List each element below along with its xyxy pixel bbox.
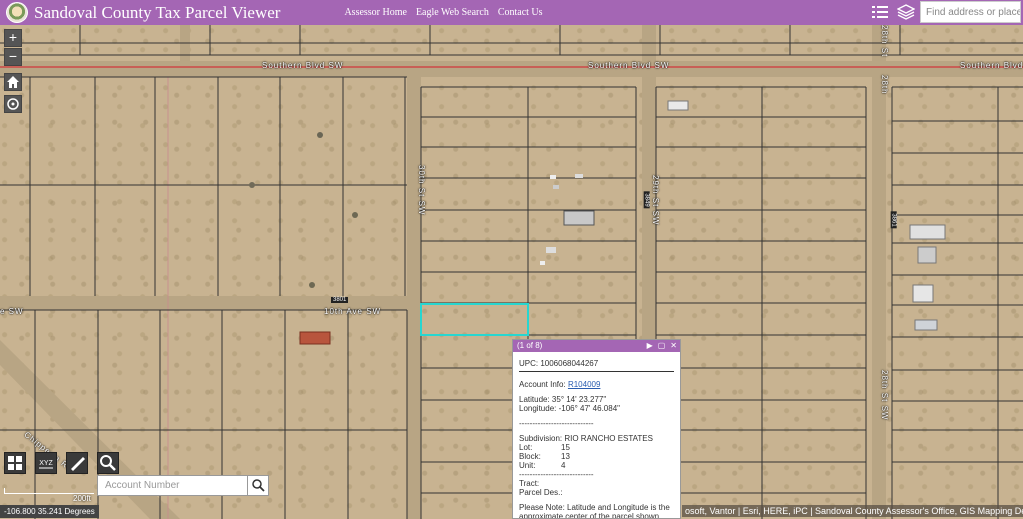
street-label-southern-2: Southern Blvd SW (588, 61, 670, 70)
block-row: Block: 13 (519, 452, 570, 461)
locate-icon (7, 98, 19, 110)
parcel-des-text: Parcel Des.: (519, 488, 563, 497)
street-label-southern-3: Southern Blvd SW (960, 61, 1023, 70)
basemap-gallery-button[interactable] (4, 452, 26, 474)
latitude-text: Latitude: 35° 14' 23.277" (519, 395, 607, 404)
nav-contact-us[interactable]: Contact Us (498, 7, 543, 18)
xyz-icon: XYZ (39, 460, 54, 469)
coordinate-readout: -106.800 35.241 Degrees (0, 505, 99, 518)
search-icon (252, 479, 265, 492)
account-search-button[interactable] (247, 475, 269, 496)
popup-body: UPC: 1006068044267 Account Info: R104009… (513, 352, 680, 519)
nav-assessor-home[interactable]: Assessor Home (344, 7, 407, 18)
street-label-28th-st-bottom: 28th St SW (880, 370, 889, 421)
map-attribution: osoft, Vantor | Esri, HERE, iPC | Sandov… (682, 505, 1023, 517)
street-label-28th-st-top: 28th St (880, 25, 889, 58)
popup-counter: (1 of 8) (517, 341, 543, 350)
popup-header: (1 of 8) ▶ ▢ ✕ (513, 340, 680, 352)
separator: ---------------------------- (519, 470, 594, 479)
measure-button[interactable] (66, 452, 88, 474)
upc-text: UPC: 1006068044267 (519, 359, 599, 368)
app-title: Sandoval County Tax Parcel Viewer (34, 2, 281, 22)
search-tool-button[interactable] (97, 452, 119, 474)
scale-label: 200ft (73, 494, 91, 503)
ruler-icon (71, 457, 85, 471)
separator: ---------------------------- (519, 419, 594, 428)
longitude-text: Longitude: -106° 47' 46.084" (519, 404, 620, 413)
account-info: Account Info: R104009 (519, 380, 601, 389)
next-feature-icon[interactable]: ▶ (647, 341, 653, 350)
unit-row: Unit: 4 (519, 461, 566, 470)
svg-text:XYZ: XYZ (39, 460, 53, 467)
street-label-ave-left: e SW (0, 307, 24, 316)
home-button[interactable] (4, 73, 22, 91)
search-icon (100, 455, 116, 471)
street-label-30th-st: 30th St SW (417, 165, 426, 216)
address-badge: 3861 (890, 211, 897, 229)
zoom-in-button[interactable]: + (4, 29, 22, 47)
grid-icon (8, 456, 22, 470)
street-label-29th-st: 29th St SW (651, 175, 660, 226)
locate-button[interactable] (4, 95, 22, 113)
header-nav: Assessor Home Eagle Web Search Contact U… (344, 7, 542, 18)
app-header: Sandoval County Tax Parcel Viewer Assess… (0, 0, 1023, 25)
street-label-28th-st-mid: 28th (880, 75, 889, 95)
home-icon (7, 76, 19, 88)
legend-list-icon[interactable] (871, 3, 889, 21)
address-search-input[interactable]: Find address or place (920, 1, 1021, 23)
account-number-input[interactable]: Account Number (97, 475, 248, 496)
close-icon[interactable]: ✕ (670, 341, 677, 350)
layers-icon[interactable] (897, 3, 915, 21)
tract-text: Tract: (519, 479, 540, 488)
lot-row: Lot: 15 (519, 443, 570, 452)
zoom-out-button[interactable]: − (4, 48, 22, 66)
address-badge: 3801 (331, 297, 349, 303)
nav-eagle-web-search[interactable]: Eagle Web Search (416, 7, 489, 18)
popup-note: Please Note: Latitude and Longitude is t… (519, 503, 670, 519)
subdivision-text: Subdivision: RIO RANCHO ESTATES (519, 434, 653, 443)
address-badge: 3849 (643, 191, 650, 209)
account-link[interactable]: R104009 (568, 380, 600, 389)
parcel-info-popup: (1 of 8) ▶ ▢ ✕ UPC: 1006068044267 Accoun… (512, 339, 681, 519)
xyz-coordinate-button[interactable]: XYZ (35, 452, 57, 474)
street-label-southern-1: Southern Blvd SW (262, 61, 344, 70)
maximize-icon[interactable]: ▢ (658, 341, 666, 350)
street-label-10th-ave: 10th Ave SW (324, 307, 382, 316)
county-seal-logo (6, 2, 28, 23)
